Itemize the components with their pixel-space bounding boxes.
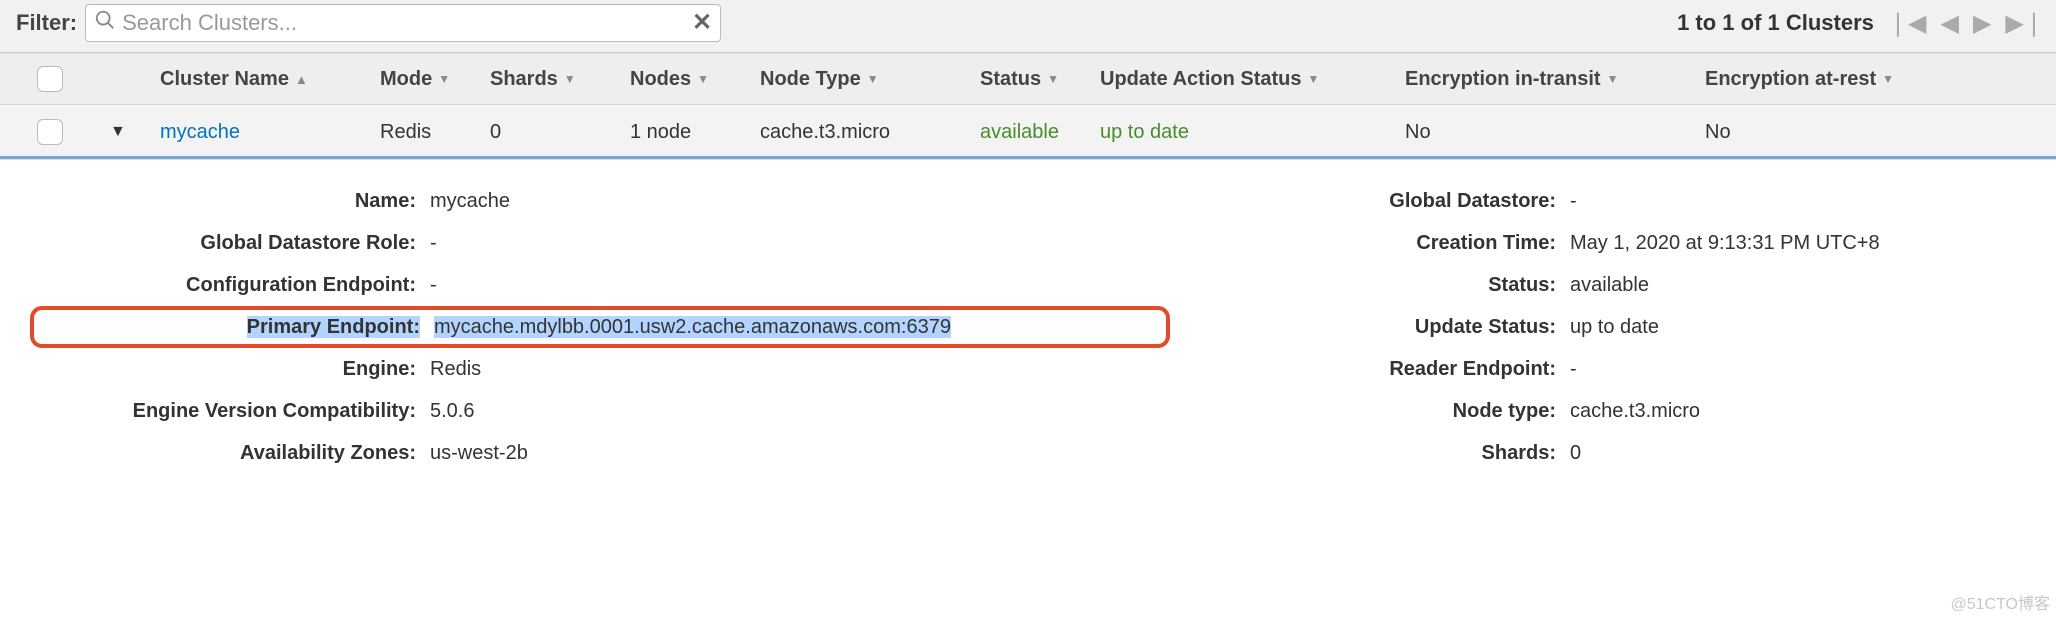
value-global-datastore: - (1570, 190, 1577, 213)
label-global-datastore: Global Datastore: (1170, 190, 1570, 213)
col-encryption-at-rest[interactable]: Encryption at-rest▼ (1705, 68, 1965, 91)
toolbar: Filter: ✕ 1 to 1 of 1 Clusters ❘◀ ◀ ▶ ▶❘ (0, 0, 2056, 53)
chevron-down-icon: ▼ (697, 72, 709, 86)
label-availability-zones: Availability Zones: (30, 442, 430, 465)
col-node-type[interactable]: Node Type▼ (760, 68, 980, 91)
cell-enc-transit: No (1405, 121, 1705, 144)
label-name: Name: (30, 190, 430, 213)
label-node-type: Node type: (1170, 400, 1570, 423)
page-next-icon[interactable]: ▶ (1973, 9, 1991, 38)
cell-nodes: 1 node (630, 121, 760, 144)
pager-range: 1 to 1 of 1 Clusters (1677, 10, 1874, 36)
value-update-status: up to date (1570, 316, 1659, 339)
label-global-datastore-role: Global Datastore Role: (30, 232, 430, 255)
col-mode[interactable]: Mode▼ (380, 68, 490, 91)
sort-asc-icon: ▲ (295, 72, 308, 87)
label-creation-time: Creation Time: (1170, 232, 1570, 255)
col-status[interactable]: Status▼ (980, 68, 1100, 91)
value-status: available (1570, 274, 1649, 297)
table-header: Cluster Name▲ Mode▼ Shards▼ Nodes▼ Node … (0, 53, 2056, 105)
chevron-down-icon: ▼ (1047, 72, 1059, 86)
search-input[interactable] (122, 10, 692, 36)
select-all-cell (0, 66, 100, 92)
col-cluster-name[interactable]: Cluster Name▲ (160, 68, 380, 91)
table-row[interactable]: ▼ mycache Redis 0 1 node cache.t3.micro … (0, 105, 2056, 160)
value-creation-time: May 1, 2020 at 9:13:31 PM UTC+8 (1570, 232, 1880, 255)
page-first-icon[interactable]: ❘◀ (1888, 9, 1927, 38)
label-status: Status: (1170, 274, 1570, 297)
value-primary-endpoint[interactable]: mycache.mdylbb.0001.usw2.cache.amazonaws… (434, 316, 951, 339)
chevron-down-icon: ▼ (1607, 72, 1619, 86)
chevron-down-icon: ▼ (1308, 72, 1320, 86)
col-encryption-in-transit[interactable]: Encryption in-transit▼ (1405, 68, 1705, 91)
label-engine-version-compatibility: Engine Version Compatibility: (30, 400, 430, 423)
value-shards: 0 (1570, 442, 1581, 465)
value-engine: Redis (430, 358, 481, 381)
page-last-icon[interactable]: ▶❘ (2005, 9, 2044, 38)
cell-node-type: cache.t3.micro (760, 121, 980, 144)
cell-shards: 0 (490, 121, 630, 144)
cell-enc-rest: No (1705, 121, 1965, 144)
filter-label: Filter: (16, 10, 77, 36)
watermark: @51CTO博客 (1950, 590, 2050, 614)
chevron-down-icon: ▼ (1882, 72, 1894, 86)
page-prev-icon[interactable]: ◀ (1940, 9, 1958, 38)
col-shards[interactable]: Shards▼ (490, 68, 630, 91)
value-reader-endpoint: - (1570, 358, 1577, 381)
row-expand-toggle[interactable]: ▼ (100, 123, 160, 141)
search-icon (94, 9, 116, 37)
cell-mode: Redis (380, 121, 490, 144)
label-reader-endpoint: Reader Endpoint: (1170, 358, 1570, 381)
search-field-wrap[interactable]: ✕ (85, 4, 721, 42)
row-checkbox[interactable] (37, 119, 63, 145)
value-node-type: cache.t3.micro (1570, 400, 1700, 423)
cell-cluster-name: mycache (160, 121, 380, 144)
pager: 1 to 1 of 1 Clusters ❘◀ ◀ ▶ ▶❘ (1677, 9, 2044, 38)
chevron-down-icon: ▼ (867, 72, 879, 86)
clear-icon[interactable]: ✕ (692, 11, 712, 35)
select-all-checkbox[interactable] (37, 66, 63, 92)
col-update-action-status[interactable]: Update Action Status▼ (1100, 68, 1405, 91)
label-update-status: Update Status: (1170, 316, 1570, 339)
value-availability-zones: us-west-2b (430, 442, 528, 465)
cluster-link[interactable]: mycache (160, 121, 240, 143)
value-configuration-endpoint: - (430, 274, 437, 297)
chevron-down-icon: ▼ (564, 72, 576, 86)
cell-update-status: up to date (1100, 121, 1405, 144)
value-engine-version-compatibility: 5.0.6 (430, 400, 474, 423)
chevron-down-icon: ▼ (438, 72, 450, 86)
value-name: mycache (430, 190, 510, 213)
label-engine: Engine: (30, 358, 430, 381)
label-configuration-endpoint: Configuration Endpoint: (30, 274, 430, 297)
value-global-datastore-role: - (430, 232, 437, 255)
label-primary-endpoint: Primary Endpoint: (34, 316, 434, 339)
row-select-cell (0, 119, 100, 145)
cell-status: available (980, 121, 1100, 144)
label-shards: Shards: (1170, 442, 1570, 465)
col-nodes[interactable]: Nodes▼ (630, 68, 760, 91)
details-panel: Name: mycache Global Datastore Role: - C… (0, 160, 2056, 484)
